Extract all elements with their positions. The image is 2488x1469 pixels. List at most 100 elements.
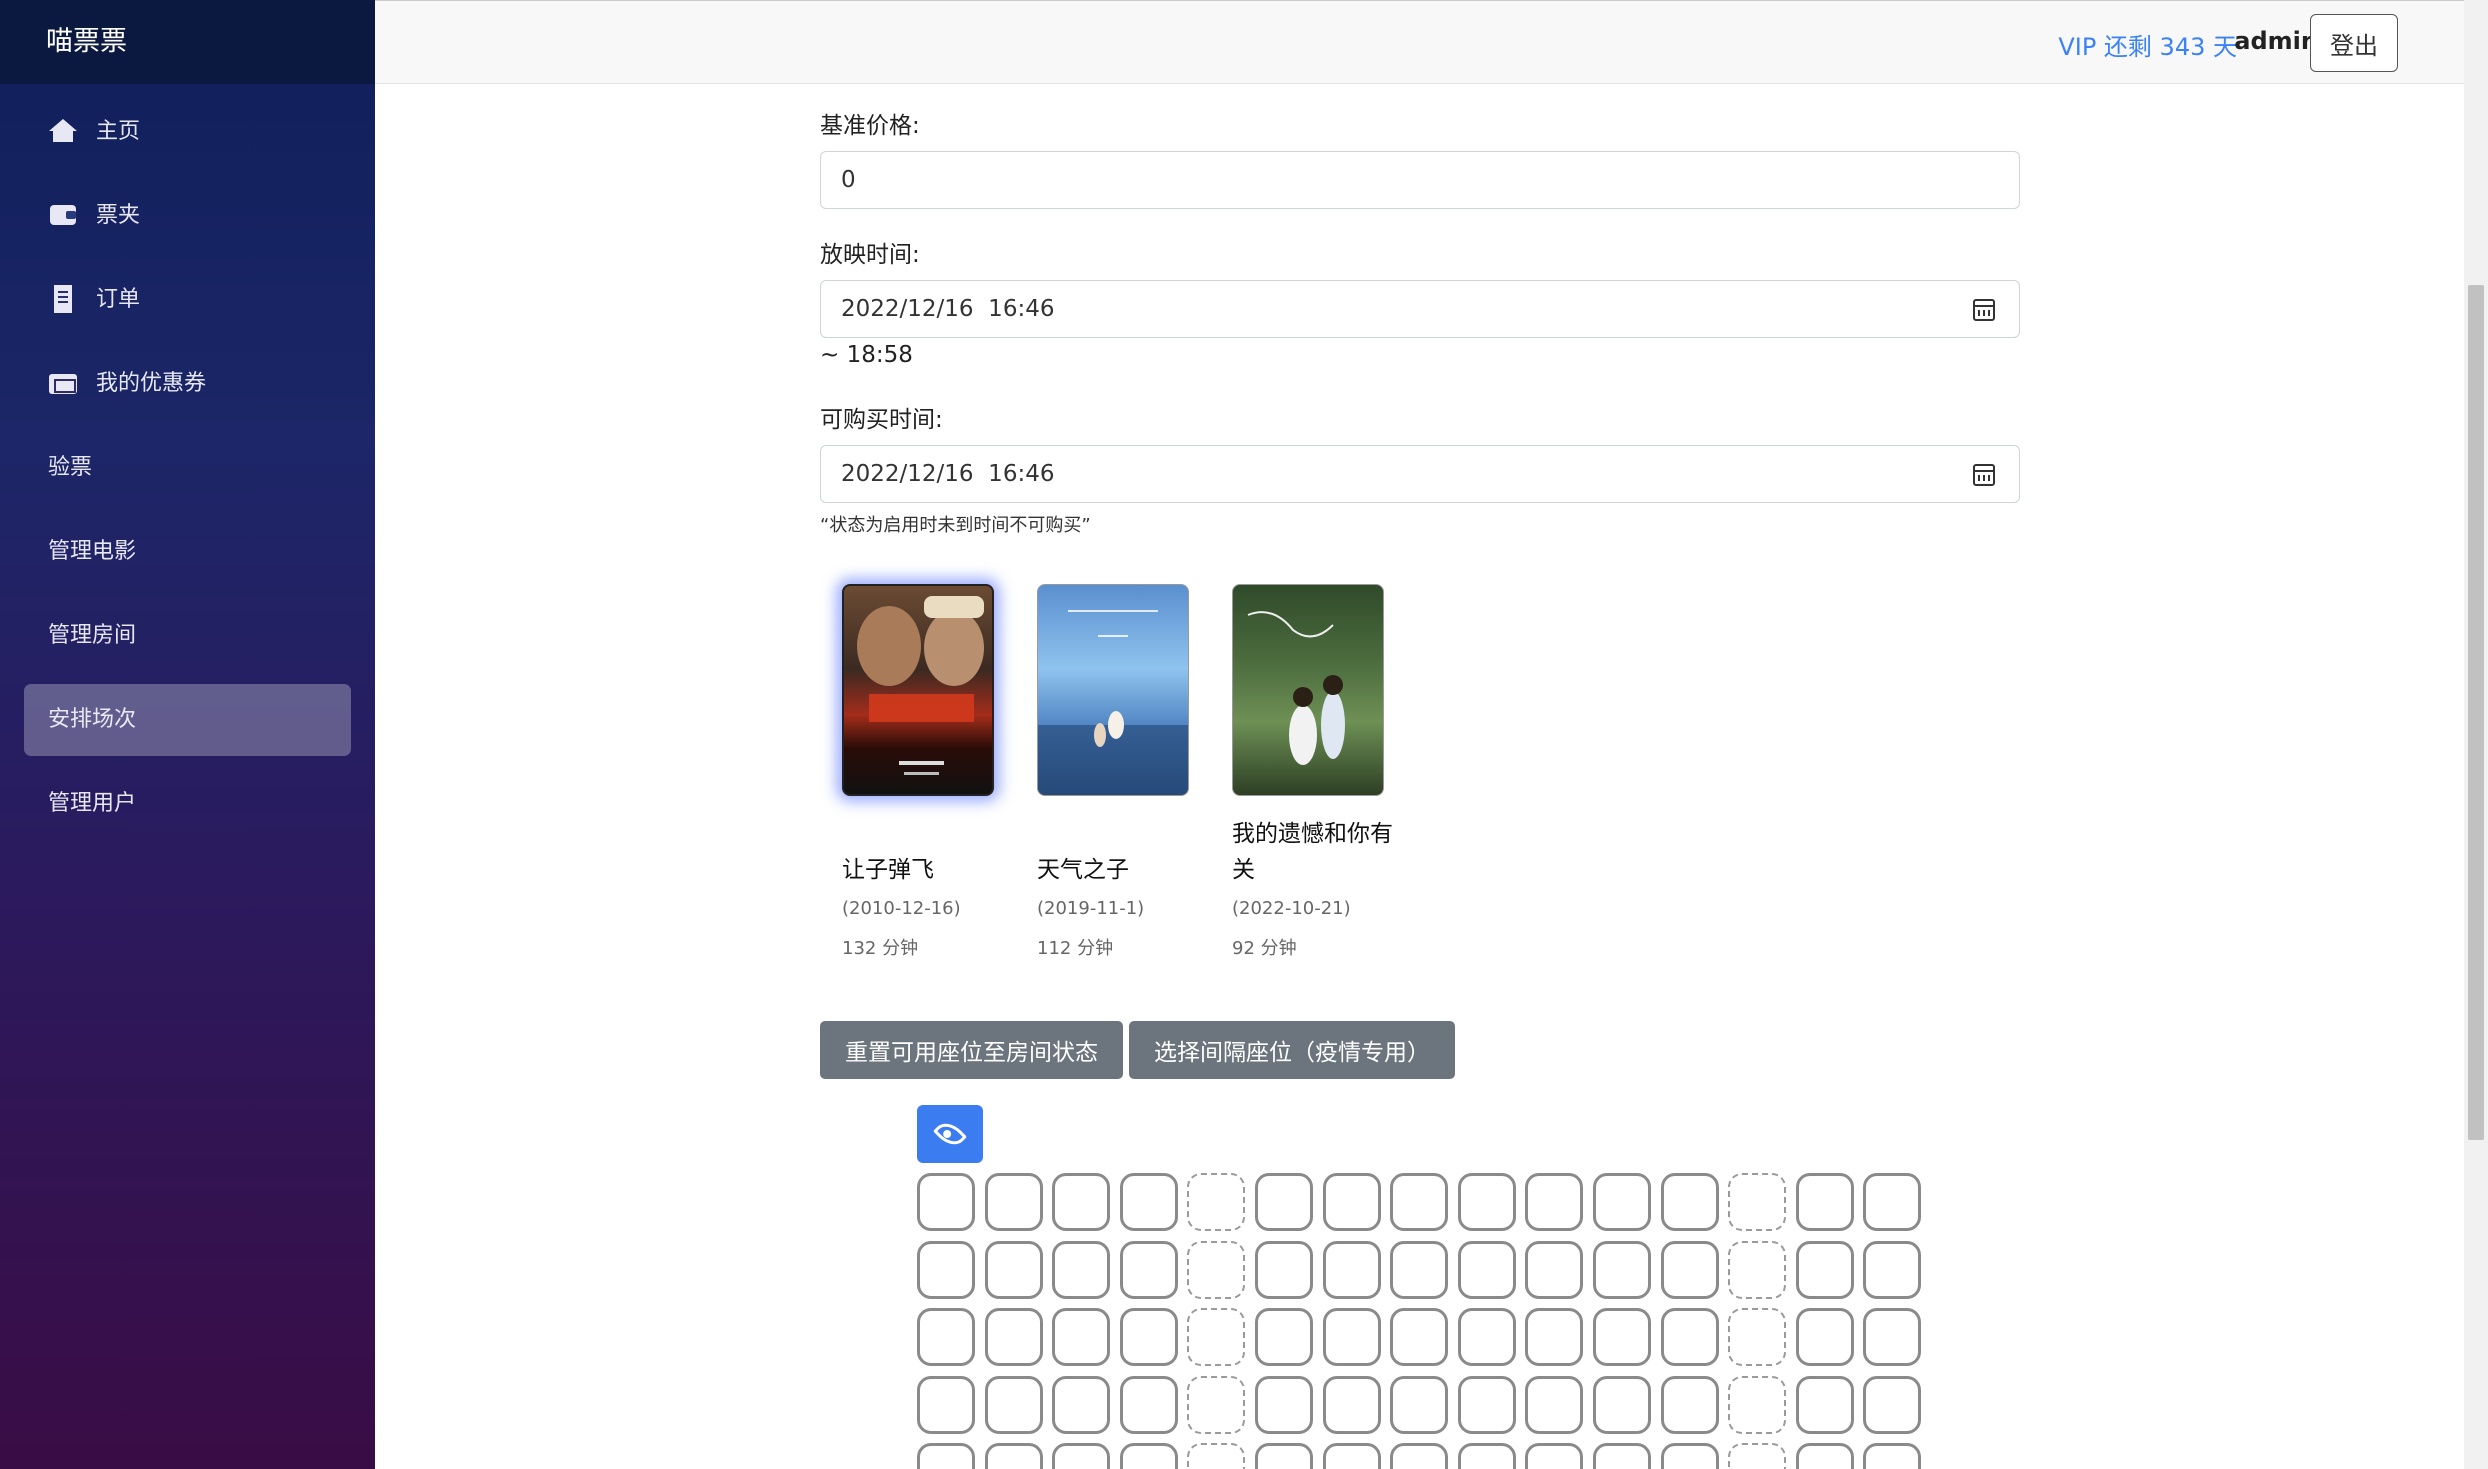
seat[interactable] bbox=[1119, 1240, 1178, 1299]
seat[interactable] bbox=[1795, 1240, 1854, 1299]
buy-time-input[interactable]: 2022/12/16 16:46 bbox=[820, 445, 2020, 503]
brand-logo[interactable]: 喵票票 bbox=[0, 0, 375, 84]
seat[interactable] bbox=[1457, 1240, 1516, 1299]
seat[interactable] bbox=[1593, 1173, 1651, 1231]
seat[interactable] bbox=[1795, 1308, 1854, 1367]
seat[interactable] bbox=[917, 1308, 975, 1367]
movie-poster[interactable] bbox=[1037, 584, 1189, 796]
calendar-icon[interactable] bbox=[1973, 299, 1995, 321]
seat[interactable] bbox=[1863, 1308, 1922, 1367]
aisle-seat[interactable] bbox=[1187, 1240, 1246, 1299]
seat[interactable] bbox=[984, 1173, 1043, 1231]
seat[interactable] bbox=[1390, 1240, 1449, 1299]
vertical-scrollbar[interactable] bbox=[2464, 0, 2488, 1469]
seat[interactable] bbox=[1119, 1173, 1178, 1231]
seat[interactable] bbox=[1322, 1173, 1381, 1231]
seat[interactable] bbox=[1593, 1308, 1651, 1367]
seat[interactable] bbox=[1119, 1443, 1178, 1469]
sidebar-item-manage-users[interactable]: 管理用户 bbox=[24, 768, 351, 840]
seat[interactable] bbox=[1322, 1308, 1381, 1367]
seat[interactable] bbox=[917, 1173, 975, 1231]
seat[interactable] bbox=[1795, 1173, 1854, 1231]
seat[interactable] bbox=[1255, 1173, 1313, 1231]
calendar-icon[interactable] bbox=[1973, 464, 1995, 486]
seat[interactable] bbox=[1322, 1443, 1381, 1469]
seat[interactable] bbox=[1525, 1375, 1584, 1434]
seat[interactable] bbox=[1255, 1443, 1313, 1469]
seat[interactable] bbox=[1119, 1308, 1178, 1367]
seat[interactable] bbox=[1795, 1375, 1854, 1434]
logout-button[interactable]: 登出 bbox=[2310, 14, 2398, 72]
seat[interactable] bbox=[1457, 1308, 1516, 1367]
seat[interactable] bbox=[1390, 1308, 1449, 1367]
seat[interactable] bbox=[1660, 1375, 1719, 1434]
seat[interactable] bbox=[1255, 1240, 1313, 1299]
movie-poster[interactable] bbox=[842, 584, 994, 796]
seat[interactable] bbox=[1593, 1443, 1651, 1469]
aisle-seat[interactable] bbox=[1728, 1240, 1787, 1299]
seat[interactable] bbox=[1052, 1173, 1111, 1231]
aisle-seat[interactable] bbox=[1187, 1308, 1246, 1367]
seat[interactable] bbox=[917, 1375, 975, 1434]
seat[interactable] bbox=[1525, 1443, 1584, 1469]
seat[interactable] bbox=[1457, 1375, 1516, 1434]
seat[interactable] bbox=[1593, 1375, 1651, 1434]
aisle-seat[interactable] bbox=[1728, 1173, 1787, 1231]
seat[interactable] bbox=[1525, 1308, 1584, 1367]
seat[interactable] bbox=[1660, 1240, 1719, 1299]
seat[interactable] bbox=[984, 1240, 1043, 1299]
seat[interactable] bbox=[1525, 1240, 1584, 1299]
sidebar-item-manage-movies[interactable]: 管理电影 bbox=[24, 516, 351, 588]
aisle-seat[interactable] bbox=[1187, 1173, 1246, 1231]
seat[interactable] bbox=[1660, 1308, 1719, 1367]
sidebar-item-schedule[interactable]: 安排场次 bbox=[24, 684, 351, 756]
seat[interactable] bbox=[917, 1443, 975, 1469]
seat[interactable] bbox=[984, 1308, 1043, 1367]
seat[interactable] bbox=[1457, 1173, 1516, 1231]
seat[interactable] bbox=[1322, 1375, 1381, 1434]
seat[interactable] bbox=[1390, 1375, 1449, 1434]
aisle-seat[interactable] bbox=[1728, 1308, 1787, 1367]
seat[interactable] bbox=[1052, 1375, 1111, 1434]
seat[interactable] bbox=[1052, 1240, 1111, 1299]
seat[interactable] bbox=[1863, 1375, 1922, 1434]
aisle-seat[interactable] bbox=[1187, 1375, 1246, 1434]
reset-seats-button[interactable]: 重置可用座位至房间状态 bbox=[820, 1021, 1123, 1079]
sidebar-item-orders[interactable]: 订单 bbox=[24, 264, 351, 336]
seat[interactable] bbox=[1052, 1443, 1111, 1469]
seat[interactable] bbox=[1255, 1308, 1313, 1367]
seat[interactable] bbox=[1390, 1443, 1449, 1469]
aisle-seat[interactable] bbox=[1187, 1443, 1246, 1469]
seat[interactable] bbox=[1255, 1375, 1313, 1434]
seat[interactable] bbox=[1795, 1443, 1854, 1469]
sidebar-item-coupons[interactable]: 我的优惠券 bbox=[24, 348, 351, 420]
seat[interactable] bbox=[1322, 1240, 1381, 1299]
seat[interactable] bbox=[1119, 1375, 1178, 1434]
seat[interactable] bbox=[1457, 1443, 1516, 1469]
sidebar-item-manage-rooms[interactable]: 管理房间 bbox=[24, 600, 351, 672]
scrollbar-thumb[interactable] bbox=[2468, 285, 2484, 1140]
movie-poster[interactable] bbox=[1232, 584, 1384, 796]
seat[interactable] bbox=[984, 1443, 1043, 1469]
select-spaced-seats-button[interactable]: 选择间隔座位（疫情专用） bbox=[1129, 1021, 1455, 1079]
show-time-input[interactable]: 2022/12/16 16:46 bbox=[820, 280, 2020, 338]
seat[interactable] bbox=[1660, 1173, 1719, 1231]
vip-status[interactable]: VIP 还剩 343 天 bbox=[2058, 27, 2237, 62]
seat[interactable] bbox=[1593, 1240, 1651, 1299]
sidebar-item-wallet[interactable]: 票夹 bbox=[24, 180, 351, 252]
seat[interactable] bbox=[1660, 1443, 1719, 1469]
seat[interactable] bbox=[917, 1240, 975, 1299]
seat[interactable] bbox=[1863, 1173, 1922, 1231]
seat[interactable] bbox=[1525, 1173, 1584, 1231]
seat[interactable] bbox=[1390, 1173, 1449, 1231]
aisle-seat[interactable] bbox=[1728, 1443, 1787, 1469]
seat[interactable] bbox=[1052, 1308, 1111, 1367]
base-price-input[interactable]: 0 bbox=[820, 151, 2020, 209]
aisle-seat[interactable] bbox=[1728, 1375, 1787, 1434]
seat[interactable] bbox=[1863, 1240, 1922, 1299]
seat[interactable] bbox=[1863, 1443, 1922, 1469]
eye-toggle-button[interactable] bbox=[917, 1105, 983, 1163]
seat[interactable] bbox=[984, 1375, 1043, 1434]
sidebar-item-check-ticket[interactable]: 验票 bbox=[24, 432, 351, 504]
sidebar-item-home[interactable]: 主页 bbox=[24, 96, 351, 168]
